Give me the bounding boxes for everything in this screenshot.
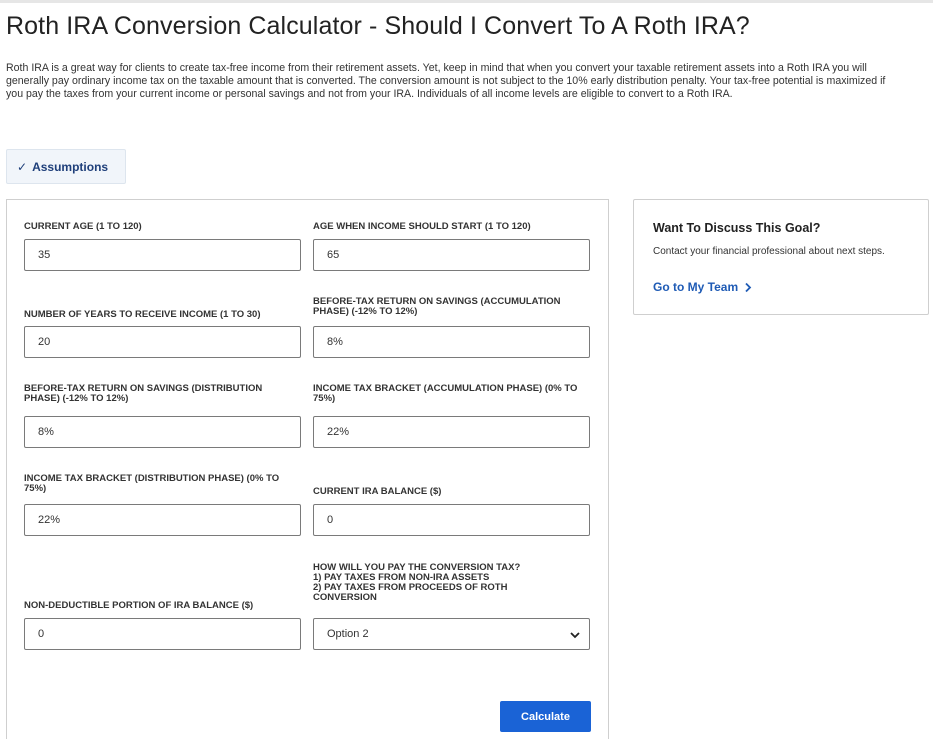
tax-dist-label: INCOME TAX BRACKET (DISTRIBUTION PHASE) …: [24, 473, 280, 494]
tax-accum-input[interactable]: 22%: [313, 416, 590, 448]
nondeductible-input[interactable]: 0: [24, 618, 301, 650]
discuss-goal-text: Contact your financial professional abou…: [653, 246, 885, 257]
go-to-my-team-link[interactable]: Go to My Team: [653, 280, 752, 294]
ira-balance-input[interactable]: 0: [313, 504, 590, 536]
years-income-input[interactable]: 20: [24, 326, 301, 358]
discuss-goal-heading: Want To Discuss This Goal?: [653, 221, 821, 235]
nondeductible-label: NON-DEDUCTIBLE PORTION OF IRA BALANCE ($…: [24, 600, 254, 611]
top-border: [0, 0, 933, 3]
check-icon: ✓: [17, 159, 28, 174]
current-age-input[interactable]: 35: [24, 239, 301, 271]
intro-paragraph: Roth IRA is a great way for clients to c…: [6, 62, 886, 100]
go-to-my-team-label: Go to My Team: [653, 280, 739, 294]
discuss-goal-card: Want To Discuss This Goal? Contact your …: [633, 199, 929, 315]
return-dist-input[interactable]: 8%: [24, 416, 301, 448]
start-age-input[interactable]: 65: [313, 239, 590, 271]
return-accum-input[interactable]: 8%: [313, 326, 590, 358]
page-title: Roth IRA Conversion Calculator - Should …: [6, 12, 750, 40]
pay-tax-label: HOW WILL YOU PAY THE CONVERSION TAX? 1) …: [313, 563, 573, 603]
pay-tax-label-line3: 2) PAY TAXES FROM PROCEEDS OF ROTH CONVE…: [313, 582, 508, 603]
ira-balance-label: CURRENT IRA BALANCE ($): [313, 486, 442, 497]
assumptions-label: Assumptions: [32, 159, 109, 174]
tax-accum-label: INCOME TAX BRACKET (ACCUMULATION PHASE) …: [313, 383, 578, 404]
calculate-button[interactable]: Calculate: [500, 701, 591, 732]
start-age-label: AGE WHEN INCOME SHOULD START (1 TO 120): [313, 221, 531, 232]
current-age-label: CURRENT AGE (1 TO 120): [24, 221, 142, 232]
chevron-right-icon: [745, 282, 752, 292]
assumptions-toggle[interactable]: ✓ Assumptions: [6, 149, 126, 184]
years-income-label: NUMBER OF YEARS TO RECEIVE INCOME (1 TO …: [24, 309, 261, 320]
return-dist-label: BEFORE-TAX RETURN ON SAVINGS (DISTRIBUTI…: [24, 383, 263, 404]
pay-tax-selected-value: Option 2: [327, 628, 369, 640]
chevron-down-icon: [570, 632, 580, 639]
return-accum-label: BEFORE-TAX RETURN ON SAVINGS (ACCUMULATI…: [313, 296, 561, 317]
tax-dist-input[interactable]: 22%: [24, 504, 301, 536]
pay-tax-select[interactable]: Option 2: [313, 618, 590, 650]
calculator-form: [6, 199, 609, 739]
